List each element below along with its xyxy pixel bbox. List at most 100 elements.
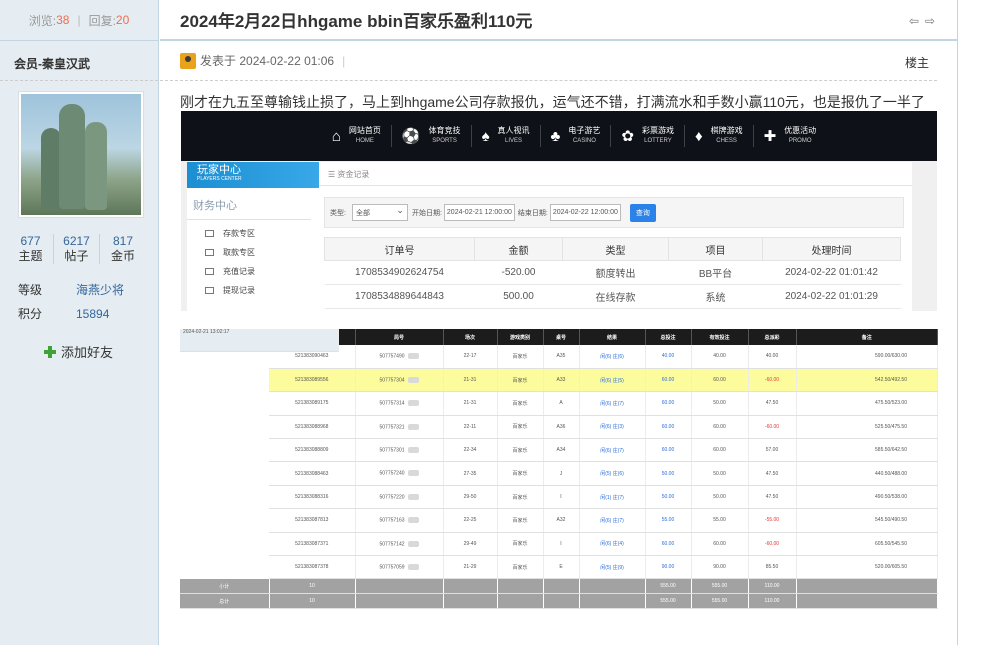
avatar[interactable]	[18, 91, 144, 218]
table-cell[interactable]: 507757059	[355, 555, 444, 580]
prev-thread-icon[interactable]: ⇦	[909, 14, 919, 28]
table-cell: 521383088316	[269, 485, 356, 510]
table-cell[interactable]: 507757304	[355, 368, 444, 393]
next-thread-icon[interactable]: ⇨	[925, 14, 935, 28]
column-header: 局号	[355, 329, 444, 345]
view-detail-icon[interactable]	[407, 423, 419, 430]
table-cell: 在线存款	[562, 284, 669, 309]
breadcrumb: ☰ 资金记录	[319, 162, 912, 186]
table-cell[interactable]: 507757220	[355, 485, 444, 510]
gift-icon: ✚	[763, 128, 777, 145]
query-button[interactable]: 查询	[629, 203, 656, 222]
author-name[interactable]: 会员-秦皇汉武	[0, 41, 158, 81]
table-cell: 系统	[668, 284, 763, 309]
table-cell[interactable]: 507757321	[355, 415, 444, 440]
table-cell: BB平台	[668, 260, 763, 285]
site-nav: ⌂ 网站首页 HOME ⚽ 体育竞技 SPORTS ♠ 真人视讯 LIVES ♣ 电子游艺 CASIN…	[181, 111, 937, 161]
nav-item-chess[interactable]: ♦ 棋牌游戏 CHESS	[685, 125, 754, 147]
table-cell[interactable]: 507757240	[355, 461, 444, 486]
table-cell[interactable]: 507757163	[355, 508, 444, 533]
add-friend-button[interactable]: 添加好友	[44, 342, 158, 361]
count-topics[interactable]: 677 主题	[8, 234, 54, 264]
view-detail-icon[interactable]	[407, 493, 419, 500]
table-cell: 21-31	[443, 368, 498, 393]
points-label: 积分	[18, 307, 43, 321]
table-cell: 60.00	[645, 438, 692, 463]
view-detail-icon[interactable]	[407, 447, 419, 454]
table-cell: 21-29	[443, 555, 498, 580]
level-value[interactable]: 海燕少将	[76, 278, 124, 302]
table-cell: 521383088809	[269, 438, 356, 463]
view-detail-icon[interactable]	[407, 353, 419, 360]
count-coins[interactable]: 817 金币	[100, 234, 146, 264]
chess-icon: ♦	[694, 127, 703, 145]
column-header: 场次	[443, 329, 498, 345]
side-item-recharge-record[interactable]: 充值记录	[187, 258, 319, 277]
table-cell: 21-31	[443, 391, 498, 416]
cards-icon: ♠	[481, 127, 490, 145]
table-cell: 22-11	[443, 415, 498, 440]
table-cell: 百家乐	[497, 461, 544, 486]
table-cell: I	[543, 485, 580, 510]
type-label: 类型:	[330, 209, 346, 217]
table-row: 2024-02-21 13:02:17 521383087378 507757059…	[180, 329, 938, 580]
nav-item-casino[interactable]: ♣ 电子游艺 CASINO	[541, 125, 612, 147]
table-cell: 590.00/630.00	[796, 345, 938, 369]
table-cell: 百家乐	[497, 368, 544, 393]
table-cell: 闲(1) 庄(7)	[579, 485, 646, 510]
table-cell: 90.00	[645, 555, 692, 580]
post-body-text: 刚才在九五至尊输钱止损了，马上到hhgame公司存款报仇，运气还不错，打满流水和…	[180, 94, 925, 110]
table-cell: -60.00	[748, 532, 797, 557]
table-cell: 50.00	[645, 461, 692, 486]
bet-record-screenshot: 时间注单编号局号场次游戏类别桌号结果总投注有效投注总派彩备注 2024-02-2…	[180, 329, 938, 613]
table-cell: 60.00	[645, 391, 692, 416]
side-item-withdraw-record[interactable]: 提现记录	[187, 277, 319, 296]
table-cell: 闲(6) 庄(4)	[579, 532, 646, 557]
nav-item-lottery[interactable]: ✿ 彩票游戏 LOTTERY	[611, 125, 685, 147]
post-area: 2024年2月22日hhgame bbin百家乐盈利110元 ⇦ ⇨ 发表于 2…	[160, 0, 958, 645]
start-date-input[interactable]: 2024-02-21 12:00:00	[443, 204, 515, 221]
table-cell: 521383087378	[269, 555, 356, 580]
view-detail-icon[interactable]	[407, 400, 419, 407]
avatar-image	[21, 94, 141, 215]
table-cell[interactable]: 507757314	[355, 391, 444, 416]
table-cell: A	[543, 391, 580, 416]
view-detail-icon[interactable]	[407, 540, 419, 547]
table-cell: 2024-02-21 13:02:17	[180, 329, 339, 353]
nav-item-sports[interactable]: ⚽ 体育竞技 SPORTS	[392, 125, 472, 147]
table-cell: 60.00	[645, 368, 692, 393]
table-cell: A33	[543, 368, 580, 393]
end-date-input[interactable]: 2024-02-22 12:00:00	[549, 204, 621, 221]
nav-item-home[interactable]: ⌂ 网站首页 HOME	[322, 125, 392, 147]
table-cell[interactable]: 507757490	[355, 345, 444, 369]
thread-header: 2024年2月22日hhgame bbin百家乐盈利110元	[160, 0, 957, 41]
table-cell: E	[543, 555, 580, 580]
table-cell: 闲(6) 庄(3)	[579, 415, 646, 440]
floor-label: 楼主	[904, 56, 929, 70]
type-select[interactable]: 全部	[351, 204, 408, 221]
view-detail-icon[interactable]	[407, 564, 419, 571]
nav-item-lives[interactable]: ♠ 真人视讯 LIVES	[472, 125, 541, 147]
table-cell: 60.00	[645, 532, 692, 557]
view-detail-icon[interactable]	[407, 376, 419, 383]
side-item-withdraw[interactable]: 取款专区	[187, 239, 319, 258]
table-cell: A34	[543, 438, 580, 463]
view-detail-icon[interactable]	[407, 470, 419, 477]
table-cell: 50.00	[691, 461, 749, 486]
nav-item-promo[interactable]: ✚ 优惠活动 PROMO	[754, 125, 827, 147]
table-cell: 55.00	[645, 508, 692, 533]
table-cell: I	[543, 532, 580, 557]
count-posts[interactable]: 6217 帖子	[54, 234, 100, 264]
table-cell[interactable]: 507757301	[355, 438, 444, 463]
table-cell: 50.00	[691, 391, 749, 416]
table-cell[interactable]: 507757142	[355, 532, 444, 557]
view-detail-icon[interactable]	[407, 517, 419, 524]
table-cell: 27-35	[443, 461, 498, 486]
side-item-deposit[interactable]: 存款专区	[187, 220, 319, 239]
table-cell: 额度转出	[562, 260, 669, 285]
table-cell: 60.00	[691, 415, 749, 440]
subtotal-row: 小计 10 555.00 555.00 110.00	[180, 578, 938, 595]
column-header: 总派彩	[748, 329, 797, 345]
thread-stats: 浏览: 38 | 回复: 20	[0, 0, 158, 41]
table-cell: 闲(6) 庄(7)	[579, 391, 646, 416]
